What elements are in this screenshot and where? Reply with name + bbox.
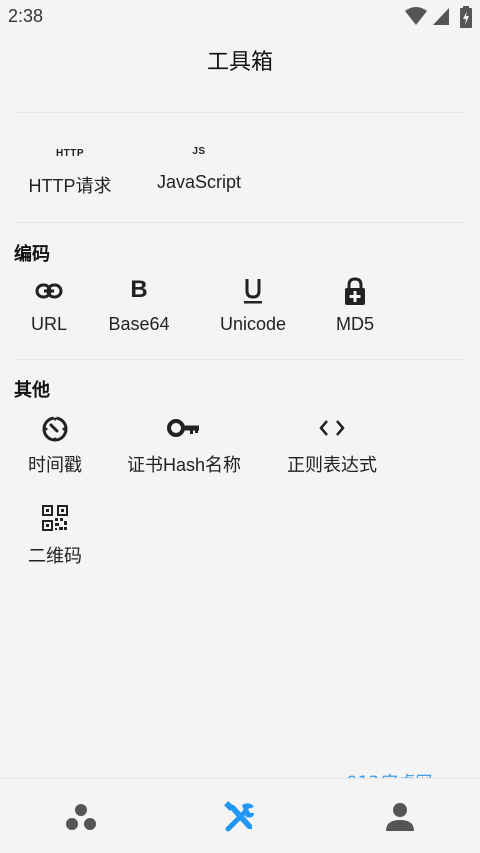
divider — [14, 112, 466, 113]
nav-item-profile[interactable] — [380, 801, 420, 833]
divider — [14, 359, 466, 360]
tool-cert-hash-name[interactable]: 证书Hash名称 — [124, 413, 244, 477]
timer-icon — [0, 413, 115, 443]
tool-label: JavaScript — [156, 172, 242, 192]
tool-label: HTTP请求 — [28, 176, 112, 196]
section-title-encoding: 编码 — [14, 244, 50, 264]
divider — [14, 222, 466, 223]
tool-label: 证书Hash名称 — [126, 455, 242, 475]
tool-label: 正则表达式 — [287, 455, 377, 475]
page-title: 工具箱 — [206, 49, 273, 74]
lock-icon — [295, 276, 415, 306]
bottom-navigation — [0, 778, 480, 853]
nav-item-home[interactable] — [61, 801, 101, 833]
section-title-other: 其他 — [14, 380, 50, 400]
key-icon — [124, 413, 244, 443]
person-icon — [386, 803, 414, 831]
three-dots-icon — [66, 804, 96, 830]
status-time: 2:38 — [8, 6, 44, 26]
js-icon: JS — [192, 146, 206, 157]
screen: 2:38 工具箱 HTTP HTTP请求 JS JavaScript 编码 UR… — [0, 0, 480, 853]
tool-label: 二维码 — [28, 546, 82, 566]
signal-icon — [433, 8, 449, 25]
tool-label: 时间戳 — [28, 455, 82, 475]
tool-qr-code[interactable]: 二维码 — [0, 504, 115, 568]
qr-code-icon — [0, 504, 115, 534]
tool-label: MD5 — [335, 314, 374, 334]
code-brackets-icon — [272, 413, 392, 443]
tool-md5[interactable]: MD5 — [295, 276, 415, 335]
tool-javascript[interactable]: JS JavaScript — [139, 144, 259, 193]
nav-item-tools[interactable] — [220, 801, 260, 833]
tool-http-request[interactable]: HTTP HTTP请求 — [10, 144, 130, 198]
tool-regex[interactable]: 正则表达式 — [272, 413, 392, 477]
tool-timestamp[interactable]: 时间戳 — [0, 413, 115, 477]
bold-b-icon: B — [130, 276, 148, 303]
tool-label: Base64 — [108, 314, 170, 334]
http-icon: HTTP — [55, 148, 85, 159]
tool-base64[interactable]: B Base64 — [79, 276, 199, 335]
status-bar: 2:38 — [0, 0, 480, 34]
battery-icon — [460, 6, 472, 28]
tools-icon — [224, 801, 254, 832]
wifi-icon — [405, 7, 427, 25]
